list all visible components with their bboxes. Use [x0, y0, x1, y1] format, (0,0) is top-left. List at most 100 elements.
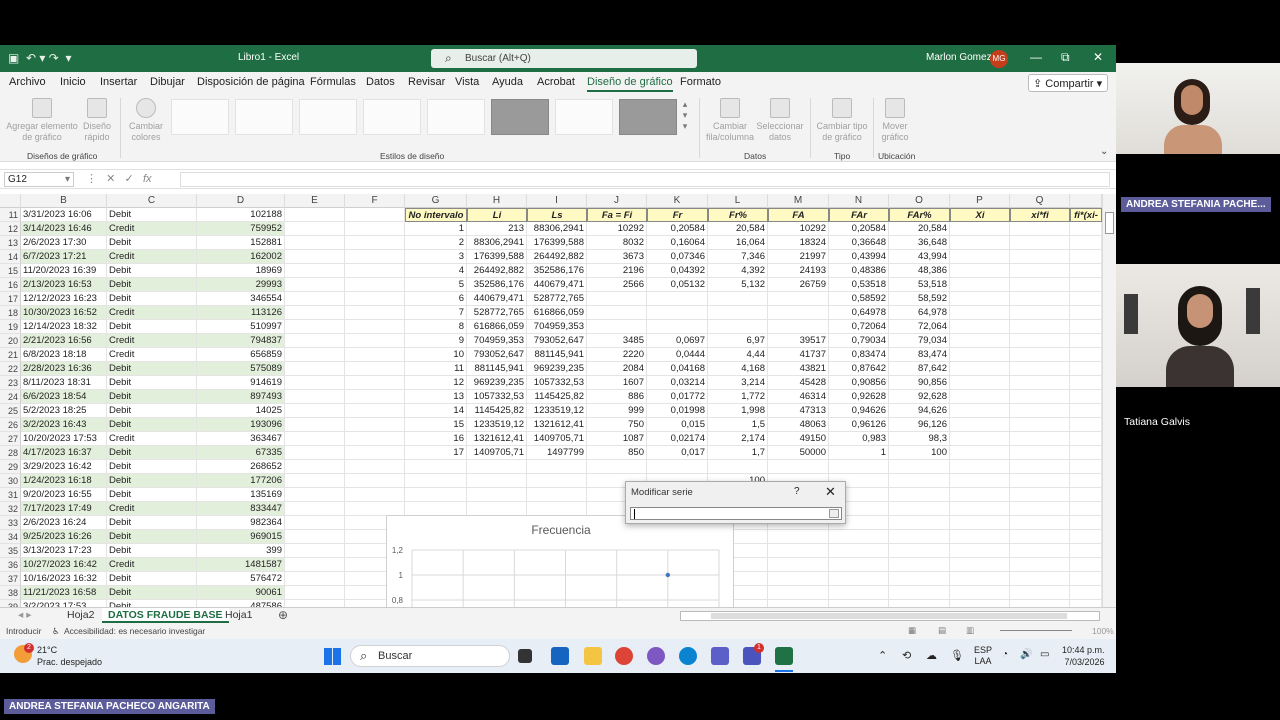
cell[interactable]: 0,16064 — [647, 236, 708, 250]
cell[interactable]: 4,168 — [708, 362, 768, 376]
cell[interactable]: 794837 — [197, 334, 285, 348]
cell[interactable]: 18969 — [197, 264, 285, 278]
cell[interactable]: 656859 — [197, 348, 285, 362]
row-header[interactable]: 23 — [0, 376, 21, 390]
cell[interactable] — [285, 278, 345, 292]
cell[interactable]: 48,386 — [889, 264, 950, 278]
add-chart-element-button[interactable]: Agregar elemento de gráfico — [6, 98, 78, 143]
cell[interactable] — [950, 572, 1010, 586]
cell[interactable]: 886 — [587, 390, 647, 404]
cell[interactable] — [768, 320, 829, 334]
row-header[interactable]: 24 — [0, 390, 21, 404]
cell[interactable]: Credit — [107, 222, 197, 236]
cell[interactable] — [647, 460, 708, 474]
close-icon[interactable]: ✕ — [825, 484, 836, 500]
cell[interactable]: 12 — [405, 376, 467, 390]
cell[interactable]: 0,015 — [647, 418, 708, 432]
cell[interactable]: 152881 — [197, 236, 285, 250]
cell[interactable]: Debit — [107, 320, 197, 334]
chevron-up-icon[interactable]: ⌃ — [878, 649, 887, 662]
column-header[interactable]: E — [285, 194, 345, 208]
cell[interactable]: 0,87642 — [829, 362, 889, 376]
cell[interactable]: 850 — [587, 446, 647, 460]
cell[interactable]: 1233519,12 — [467, 418, 527, 432]
quick-access-toolbar[interactable]: ▣ ↶ ▾ ↷ ▾ — [8, 51, 72, 65]
cell[interactable] — [950, 334, 1010, 348]
language-indicator[interactable]: ESP LAA — [974, 645, 992, 667]
cell[interactable]: Debit — [107, 516, 197, 530]
sheet-nav-icon[interactable]: ◂ ▸ — [12, 608, 37, 623]
cell[interactable] — [1010, 390, 1070, 404]
cell[interactable]: 96,126 — [889, 418, 950, 432]
cell[interactable] — [1010, 250, 1070, 264]
cell[interactable] — [405, 460, 467, 474]
cell[interactable]: 135169 — [197, 488, 285, 502]
cell[interactable]: 10 — [405, 348, 467, 362]
cell[interactable] — [527, 488, 587, 502]
cell[interactable] — [950, 278, 1010, 292]
cell[interactable]: 43,994 — [889, 250, 950, 264]
cell[interactable]: Credit — [107, 334, 197, 348]
column-header[interactable]: K — [647, 194, 708, 208]
cell[interactable]: 6/6/2023 18:54 — [21, 390, 107, 404]
view-layout-icon[interactable]: ▤ — [938, 625, 946, 636]
cell[interactable] — [285, 348, 345, 362]
cell[interactable] — [405, 474, 467, 488]
cell[interactable]: 0,43994 — [829, 250, 889, 264]
row-header[interactable]: 30 — [0, 474, 21, 488]
cell[interactable]: 102188 — [197, 208, 285, 222]
cell[interactable]: 3673 — [587, 250, 647, 264]
cell[interactable] — [1010, 502, 1070, 516]
cell[interactable]: Debit — [107, 404, 197, 418]
freq-table-header[interactable]: Fa = Fi — [587, 208, 647, 222]
cell[interactable] — [527, 502, 587, 516]
cell[interactable] — [285, 558, 345, 572]
cell[interactable]: Debit — [107, 586, 197, 600]
cell[interactable] — [285, 236, 345, 250]
row-header[interactable]: 15 — [0, 264, 21, 278]
column-header[interactable] — [1070, 194, 1102, 208]
cell[interactable]: 9 — [405, 334, 467, 348]
cell[interactable] — [345, 362, 405, 376]
cell[interactable]: 1057332,53 — [527, 376, 587, 390]
cell[interactable]: 14 — [405, 404, 467, 418]
cell[interactable]: 704959,353 — [467, 334, 527, 348]
cell[interactable]: 21997 — [768, 250, 829, 264]
cell[interactable]: 0,53518 — [829, 278, 889, 292]
battery-icon[interactable]: ▭ — [1040, 649, 1049, 660]
cell[interactable] — [467, 488, 527, 502]
cell[interactable]: 3,214 — [708, 376, 768, 390]
cell[interactable]: 4,44 — [708, 348, 768, 362]
cell[interactable]: 88306,2941 — [527, 222, 587, 236]
column-header[interactable]: I — [527, 194, 587, 208]
cell[interactable] — [285, 446, 345, 460]
cell[interactable]: 113126 — [197, 306, 285, 320]
cell[interactable]: 1233519,12 — [527, 404, 587, 418]
cell[interactable]: 0,017 — [647, 446, 708, 460]
cell[interactable]: 528772,765 — [467, 306, 527, 320]
cell[interactable] — [587, 292, 647, 306]
cell[interactable]: 12/12/2023 16:23 — [21, 292, 107, 306]
cell[interactable]: 8 — [405, 320, 467, 334]
view-break-icon[interactable]: ▥ — [966, 625, 974, 636]
wifi-icon[interactable]: ◔ — [1002, 649, 1008, 660]
row-header[interactable]: 34 — [0, 530, 21, 544]
cell[interactable]: 1,5 — [708, 418, 768, 432]
help-icon[interactable]: ? — [794, 486, 800, 497]
cell[interactable] — [345, 222, 405, 236]
cell[interactable] — [345, 292, 405, 306]
row-header[interactable]: 16 — [0, 278, 21, 292]
cell[interactable]: 7/17/2023 17:49 — [21, 502, 107, 516]
cell[interactable]: 39517 — [768, 334, 829, 348]
cell[interactable]: 0,94626 — [829, 404, 889, 418]
cell[interactable] — [1010, 432, 1070, 446]
cell[interactable]: 3/29/2023 16:42 — [21, 460, 107, 474]
cell[interactable] — [1070, 264, 1102, 278]
cell[interactable] — [587, 460, 647, 474]
cell[interactable] — [829, 572, 889, 586]
cell[interactable] — [345, 376, 405, 390]
cell[interactable] — [950, 236, 1010, 250]
cell[interactable] — [285, 502, 345, 516]
cell[interactable]: 1145425,82 — [527, 390, 587, 404]
cell[interactable]: 3 — [405, 250, 467, 264]
